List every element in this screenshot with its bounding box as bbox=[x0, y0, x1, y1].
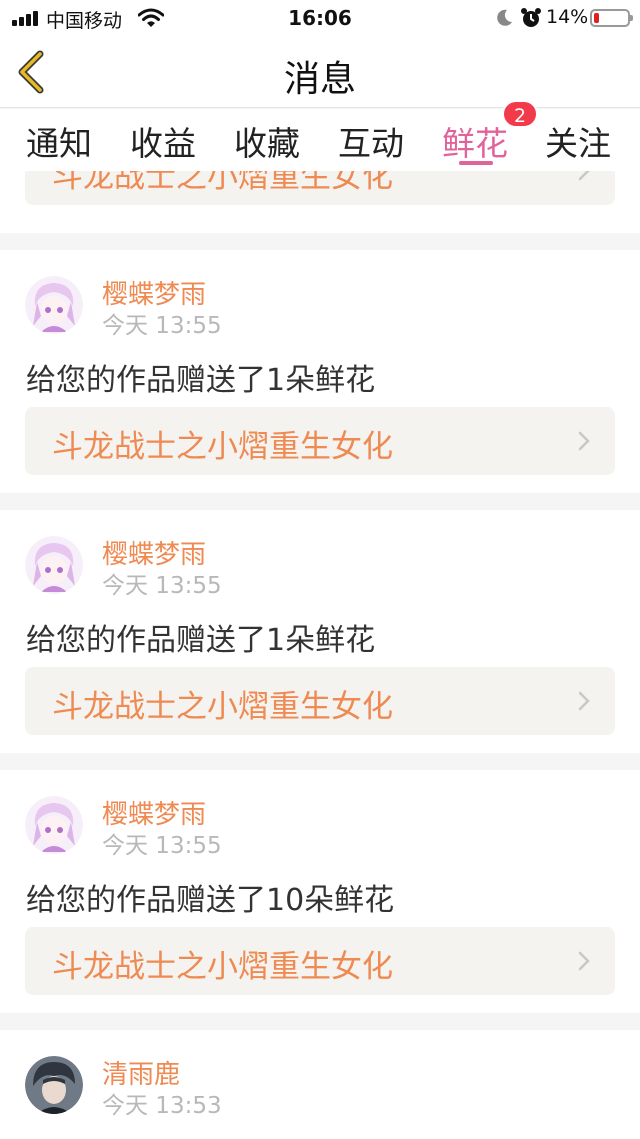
page-title: 消息 bbox=[283, 59, 356, 100]
message-text: 给您的作品赠送了10朵鲜花 bbox=[26, 883, 395, 918]
tab-follows[interactable]: 关注 bbox=[545, 117, 611, 165]
tab-notifications[interactable]: 通知 bbox=[26, 117, 92, 165]
timestamp: 今天 13:53 bbox=[102, 1093, 222, 1119]
screen: 中国移动 16:06 14% 消息 通知 收益 收藏 互动 鲜花 关注 2 斗龙… bbox=[0, 0, 640, 1139]
work-link[interactable]: 斗龙战士之小熠重生女化 bbox=[25, 667, 615, 735]
message-text: 给您的作品赠送了1朵鲜花 bbox=[26, 363, 376, 398]
flowers-unread-badge: 2 bbox=[502, 100, 538, 128]
timestamp: 今天 13:55 bbox=[102, 313, 222, 339]
message-card: 清雨鹿 今天 13:53 bbox=[0, 1030, 640, 1139]
status-bar: 中国移动 16:06 14% bbox=[0, 0, 640, 36]
battery-icon bbox=[590, 9, 633, 27]
avatar[interactable] bbox=[25, 536, 83, 594]
tab-bar: 通知 收益 收藏 互动 鲜花 关注 bbox=[0, 109, 640, 171]
work-title: 斗龙战士之小熠重生女化 bbox=[52, 429, 393, 465]
work-link[interactable]: 斗龙战士之小熠重生女化 bbox=[25, 407, 615, 475]
avatar[interactable] bbox=[25, 276, 83, 334]
message-card: 樱蝶梦雨 今天 13:55 给您的作品赠送了1朵鲜花 斗龙战士之小熠重生女化 bbox=[0, 250, 640, 493]
tab-earnings[interactable]: 收益 bbox=[130, 117, 196, 165]
clock-time: 16:06 bbox=[288, 6, 352, 30]
avatar[interactable] bbox=[25, 796, 83, 854]
timestamp: 今天 13:55 bbox=[102, 573, 222, 599]
message-card-partial: 斗龙战士之小熠重生女化 bbox=[0, 171, 640, 233]
chevron-right-icon bbox=[578, 431, 590, 451]
message-text: 给您的作品赠送了1朵鲜花 bbox=[26, 623, 376, 658]
avatar[interactable] bbox=[25, 1056, 83, 1114]
battery-percent: 14% bbox=[546, 6, 589, 28]
chevron-right-icon bbox=[578, 951, 590, 971]
moon-icon bbox=[497, 9, 512, 26]
work-title: 斗龙战士之小熠重生女化 bbox=[52, 171, 393, 195]
work-link[interactable]: 斗龙战士之小熠重生女化 bbox=[25, 927, 615, 995]
work-title: 斗龙战士之小熠重生女化 bbox=[52, 949, 393, 985]
nav-bar: 消息 bbox=[0, 36, 640, 108]
work-title: 斗龙战士之小熠重生女化 bbox=[52, 689, 393, 725]
timestamp: 今天 13:55 bbox=[102, 833, 222, 859]
message-feed[interactable]: 斗龙战士之小熠重生女化 樱蝶梦雨 今天 13:55 给您的作品赠送了1朵鲜花 斗… bbox=[0, 171, 640, 1139]
tab-flowers[interactable]: 鲜花 bbox=[442, 117, 508, 165]
message-card: 樱蝶梦雨 今天 13:55 给您的作品赠送了10朵鲜花 斗龙战士之小熠重生女化 bbox=[0, 770, 640, 1013]
work-link[interactable]: 斗龙战士之小熠重生女化 bbox=[25, 171, 615, 205]
chevron-right-icon bbox=[578, 171, 590, 181]
tab-interactions[interactable]: 互动 bbox=[338, 117, 404, 165]
message-card: 樱蝶梦雨 今天 13:55 给您的作品赠送了1朵鲜花 斗龙战士之小熠重生女化 bbox=[0, 510, 640, 753]
alarm-icon bbox=[521, 8, 541, 27]
tab-favorites[interactable]: 收藏 bbox=[234, 117, 300, 165]
active-tab-indicator bbox=[459, 161, 493, 165]
chevron-right-icon bbox=[578, 691, 590, 711]
